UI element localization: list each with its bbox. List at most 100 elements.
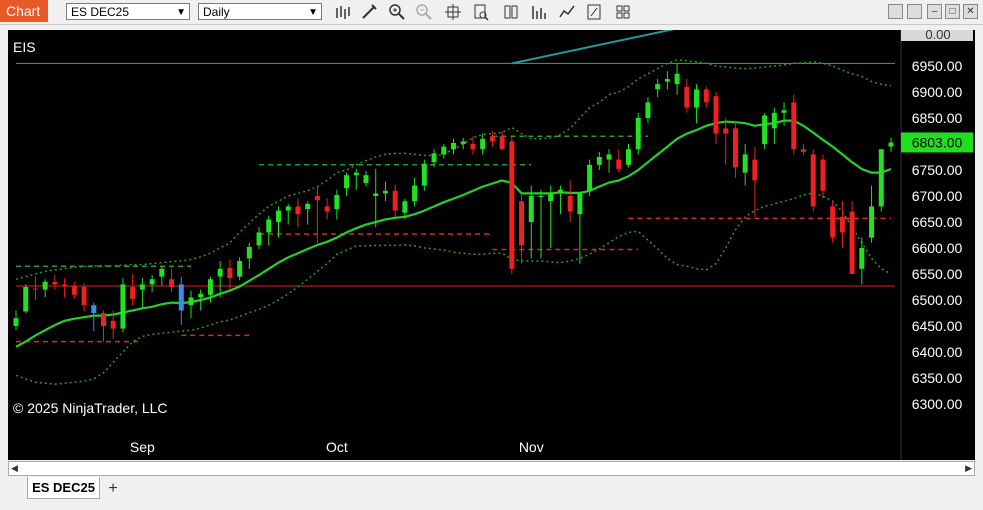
- candle-body-5: [62, 284, 68, 286]
- candle-body-63: [626, 149, 631, 165]
- candle-body-89: [878, 149, 884, 207]
- candle-body-32: [324, 206, 330, 212]
- chart-background: [8, 30, 975, 460]
- line-chart-icon[interactable]: [558, 3, 576, 21]
- candle-body-21: [217, 268, 223, 277]
- window-color-button[interactable]: [888, 4, 903, 19]
- price-tick-label: 6900.00: [912, 84, 963, 100]
- crosshair-icon[interactable]: [444, 3, 462, 21]
- close-icon[interactable]: ✕: [963, 4, 978, 19]
- candle-body-44: [441, 146, 447, 155]
- price-tick-label: 6350.00: [912, 370, 963, 386]
- add-tab-button[interactable]: +: [103, 480, 123, 497]
- candle-body-15: [159, 268, 165, 277]
- candle-body-85: [839, 216, 845, 233]
- pencil-icon[interactable]: [360, 3, 378, 21]
- price-tick-label: 6600.00: [912, 240, 963, 256]
- candle-body-36: [363, 175, 369, 183]
- price-tick-label: 6950.00: [912, 58, 963, 74]
- candle-body-22: [227, 267, 233, 279]
- candle-body-62: [616, 159, 622, 169]
- grid-icon[interactable]: [614, 3, 632, 21]
- horizontal-scrollbar[interactable]: ◀ ▶: [8, 461, 975, 476]
- price-tick-label: 6500.00: [912, 292, 963, 308]
- candle-body-67: [664, 79, 670, 82]
- instrument-value: ES DEC25: [71, 5, 130, 19]
- candle-body-75: [742, 154, 748, 173]
- price-tick-label: 6300.00: [912, 396, 963, 412]
- chart-window-title[interactable]: Chart: [0, 0, 48, 22]
- candle-body-54: [538, 196, 544, 197]
- price-tick-label: 6550.00: [912, 266, 963, 282]
- price-tick-label: 6400.00: [912, 344, 963, 360]
- candle-body-59: [587, 164, 593, 191]
- candle-body-88: [869, 206, 875, 238]
- candle-body-8: [91, 305, 97, 313]
- indicators-icon[interactable]: [530, 3, 548, 21]
- candle-body-90: [888, 142, 894, 147]
- month-label-sep: Sep: [130, 439, 155, 455]
- candle-body-84: [830, 206, 836, 238]
- candle-body-23: [237, 261, 243, 277]
- candle-body-86: [849, 211, 855, 274]
- candle-body-45: [451, 142, 456, 150]
- current-price-label: 6803.00: [912, 134, 963, 150]
- month-label-oct: Oct: [326, 439, 348, 455]
- price-tick-label: 6850.00: [912, 110, 963, 126]
- maximize-icon[interactable]: □: [945, 4, 960, 19]
- candle-body-26: [266, 219, 272, 233]
- candle-body-31: [314, 196, 320, 201]
- chart-panel[interactable]: 6950.006900.006850.006800.006750.006700.…: [8, 0, 975, 460]
- zoom-out-icon[interactable]: [415, 3, 433, 21]
- chevron-down-icon: ▼: [176, 7, 186, 18]
- tab-es-dec25[interactable]: ES DEC25: [27, 477, 100, 499]
- candle-body-38: [382, 190, 388, 194]
- data-box-icon[interactable]: [472, 3, 490, 21]
- price-chart[interactable]: 6950.006900.006850.006800.006750.006700.…: [8, 0, 975, 460]
- candle-body-30: [305, 203, 311, 209]
- candle-body-3: [42, 281, 48, 290]
- window-color-button-2[interactable]: [907, 4, 922, 19]
- candle-body-40: [402, 201, 408, 213]
- candle-body-58: [577, 193, 583, 215]
- strategies-icon[interactable]: [502, 3, 520, 21]
- scroll-left-icon[interactable]: ◀: [11, 462, 18, 475]
- candle-body-74: [732, 128, 738, 168]
- candle-body-18: [188, 297, 194, 306]
- candle-body-82: [810, 154, 816, 207]
- candle-body-78: [771, 112, 777, 129]
- scroll-right-icon[interactable]: ▶: [965, 462, 972, 475]
- candle-body-2: [32, 288, 38, 290]
- candle-body-46: [460, 141, 466, 144]
- month-label-nov: Nov: [519, 439, 544, 455]
- bar-style-icon[interactable]: [334, 3, 352, 21]
- instrument-selector[interactable]: ES DEC25 ▼: [66, 3, 190, 20]
- toolbar: Chart ES DEC25 ▼ Daily ▼ – □ ✕: [0, 0, 983, 25]
- interval-selector[interactable]: Daily ▼: [198, 3, 322, 20]
- candle-body-39: [392, 190, 398, 211]
- candle-body-13: [139, 284, 145, 290]
- candle-body-72: [713, 96, 719, 134]
- candle-body-28: [285, 206, 291, 211]
- candle-body-66: [655, 84, 661, 90]
- zoom-in-icon[interactable]: [388, 3, 406, 21]
- properties-icon[interactable]: [585, 3, 603, 21]
- candle-body-17: [178, 284, 184, 311]
- minimize-icon[interactable]: –: [927, 4, 942, 19]
- candle-body-19: [198, 293, 204, 298]
- candle-body-87: [859, 248, 865, 269]
- candle-body-41: [412, 185, 418, 202]
- candle-body-61: [606, 154, 612, 160]
- copyright-label: © 2025 NinjaTrader, LLC: [13, 400, 168, 416]
- candle-body-70: [694, 89, 700, 108]
- candle-body-81: [801, 149, 806, 152]
- candle-body-60: [596, 157, 602, 165]
- candle-body-68: [674, 73, 680, 85]
- candle-body-43: [431, 153, 437, 163]
- candle-body-12: [130, 287, 136, 299]
- candle-body-0: [13, 318, 19, 326]
- candle-body-14: [149, 279, 155, 285]
- candle-body-52: [519, 201, 525, 246]
- candle-body-7: [81, 287, 87, 306]
- candle-body-79: [781, 110, 787, 113]
